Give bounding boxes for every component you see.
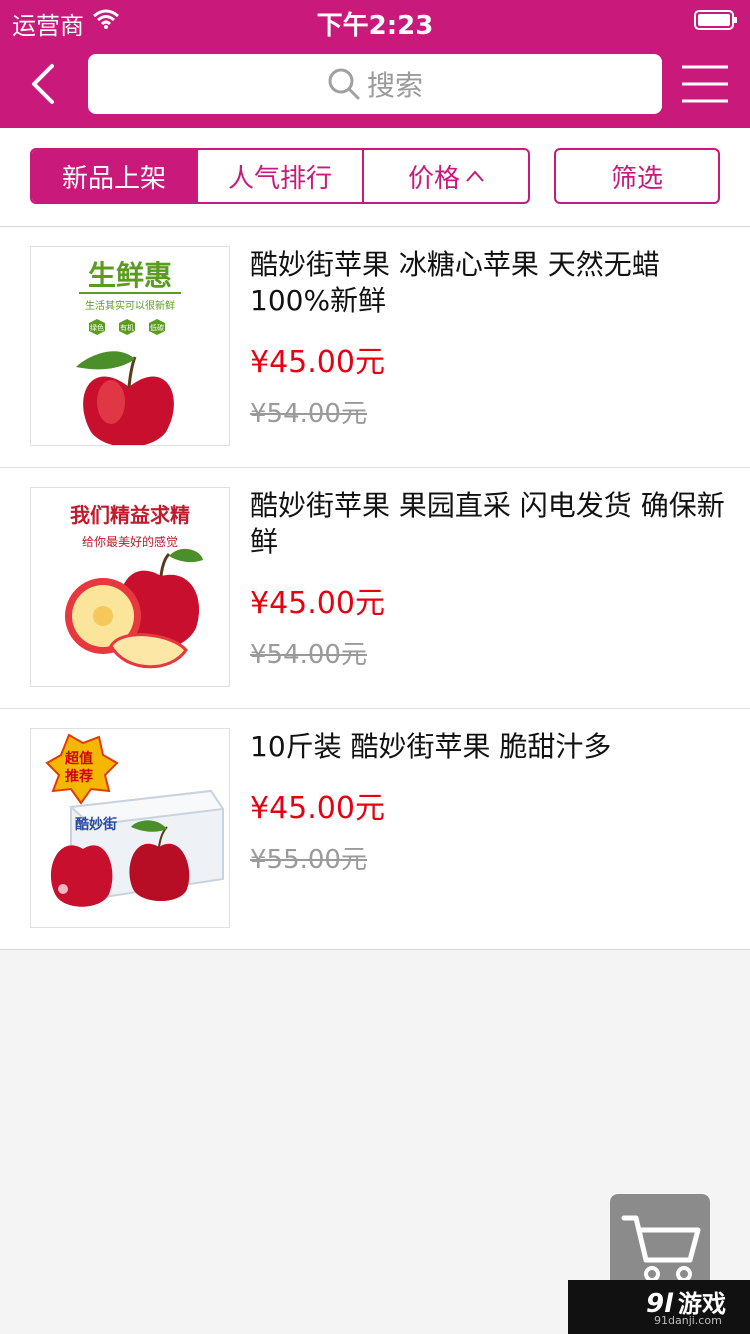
search-icon <box>328 68 360 100</box>
nav-bar: 搜索 <box>0 40 750 128</box>
fresh-apple-image: 生鲜惠 生活其实可以很新鲜 绿色 有机 低碳 <box>31 247 229 445</box>
product-price: ¥45.00元 <box>250 791 385 826</box>
product-title: 10斤装 酷妙街苹果 脆甜汁多 <box>250 730 612 763</box>
back-button[interactable] <box>24 60 64 108</box>
product-title: 酷妙街苹果 冰糖心苹果 天然无蜡100%新鲜 <box>250 248 660 317</box>
watermark: 9l 游戏 91danji.com <box>568 1280 750 1334</box>
product-original-price: ¥54.00元 <box>250 399 367 429</box>
apple-slices-image: 我们精益求精 给你最美好的感觉 <box>31 488 229 686</box>
image-subline: 生活其实可以很新鲜 <box>85 299 175 312</box>
badge-line1: 超值 <box>64 750 93 767</box>
product-image[interactable]: 生鲜惠 生活其实可以很新鲜 绿色 有机 低碳 <box>30 246 230 446</box>
search-placeholder: 搜索 <box>366 69 423 102</box>
tab-label: 新品上架 <box>61 163 166 194</box>
cart-button[interactable] <box>610 1194 710 1294</box>
product-image[interactable]: 酷妙街 超值 推荐 <box>30 728 230 928</box>
product-list: 生鲜惠 生活其实可以很新鲜 绿色 有机 低碳 酷妙街苹果 冰糖心苹果 天然无蜡1… <box>0 227 750 950</box>
image-headline: 生鲜惠 <box>88 259 172 292</box>
status-bar: 运营商 下午2:23 <box>0 0 750 41</box>
filter-label: 筛选 <box>610 163 663 194</box>
image-headline: 我们精益求精 <box>70 503 190 527</box>
product-item[interactable]: 酷妙街 超值 推荐 10斤装 酷妙街苹果 脆甜汁多 ¥45.00元 ¥55.00… <box>0 709 750 950</box>
svg-text:9l: 9l <box>646 1289 674 1316</box>
watermark-url: 91danji.com <box>654 1314 722 1327</box>
search-input[interactable]: 搜索 <box>88 54 662 114</box>
badge-line2: 推荐 <box>65 768 93 785</box>
battery-icon <box>694 10 737 30</box>
tab-label: 价格 <box>407 163 460 194</box>
filter-bar: 新品上架 人气排行 价格 筛选 <box>0 128 750 227</box>
product-image[interactable]: 我们精益求精 给你最美好的感觉 <box>30 487 230 687</box>
product-original-price: ¥55.00元 <box>250 845 367 875</box>
image-tag: 低碳 <box>150 323 164 332</box>
product-item[interactable]: 我们精益求精 给你最美好的感觉 酷妙街苹果 果园直采 闪电发货 确保新鲜 ¥45… <box>0 468 750 709</box>
apple-box-image: 酷妙街 超值 推荐 <box>31 729 229 927</box>
filter-button[interactable]: 筛选 <box>554 148 720 204</box>
box-brand: 酷妙街 <box>75 816 117 833</box>
tab-label: 人气排行 <box>227 163 332 194</box>
tab-new-arrivals[interactable]: 新品上架 <box>32 150 198 202</box>
menu-button[interactable] <box>682 64 728 104</box>
image-tag: 有机 <box>120 323 134 332</box>
product-title: 酷妙街苹果 果园直采 闪电发货 确保新鲜 <box>250 489 725 558</box>
image-tag: 绿色 <box>90 323 104 332</box>
product-original-price: ¥54.00元 <box>250 640 367 670</box>
product-item[interactable]: 生鲜惠 生活其实可以很新鲜 绿色 有机 低碳 酷妙街苹果 冰糖心苹果 天然无蜡1… <box>0 227 750 468</box>
chevron-up-icon <box>466 170 484 182</box>
tab-popularity[interactable]: 人气排行 <box>198 150 364 202</box>
sort-segmented-control: 新品上架 人气排行 价格 <box>30 148 530 204</box>
cart-icon <box>621 1215 701 1282</box>
tab-price[interactable]: 价格 <box>364 150 528 202</box>
product-price: ¥45.00元 <box>250 586 385 621</box>
image-subline: 给你最美好的感觉 <box>82 534 178 549</box>
product-price: ¥45.00元 <box>250 345 385 380</box>
clock: 下午2:23 <box>316 11 434 41</box>
